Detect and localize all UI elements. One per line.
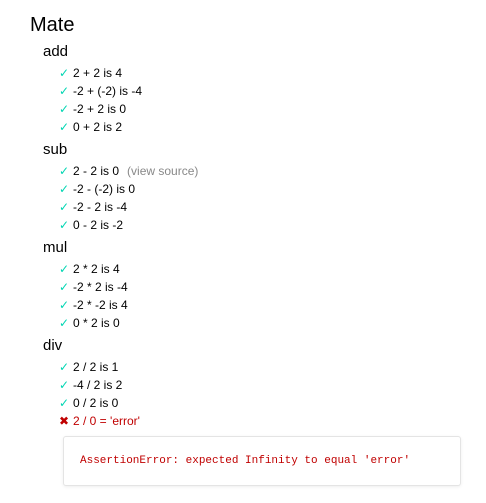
test-item[interactable]: ✓ -2 + (-2) is -4 [59,82,460,100]
test-report: Mate add ✓ 2 + 2 is 4 ✓ -2 + (-2) is -4 ✓ -… [30,12,461,486]
checkmark-icon: ✓ [59,298,70,312]
test-title: -2 + 2 is 0 [73,102,127,116]
group-title: div [43,337,63,354]
suite-title: Mate [30,14,75,36]
checkmark-icon: ✓ [59,84,70,98]
checkmark-icon: ✓ [59,200,70,214]
test-title: 2 - 2 is 0 [73,164,120,178]
test-title: -2 + (-2) is -4 [73,84,143,98]
test-item[interactable]: ✓ 2 - 2 is 0 (view source) [59,162,460,180]
test-item[interactable]: ✓ 0 - 2 is -2 [59,216,460,234]
suite-group-mul: mul ✓ 2 * 2 is 4 ✓ -2 * 2 is -4 ✓ -2 * -2 i… [43,238,460,332]
test-item-failed[interactable]: ✖ 2 / 0 = 'error' [59,412,460,430]
suite-group-sub: sub ✓ 2 - 2 is 0 (view source) ✓ -2 - (-2) … [43,140,460,234]
checkmark-icon: ✓ [59,378,70,392]
test-title: -2 * 2 is -4 [73,280,128,294]
checkmark-icon: ✓ [59,182,70,196]
test-title: 2 / 2 is 1 [73,360,119,374]
suite-group-add: add ✓ 2 + 2 is 4 ✓ -2 + (-2) is -4 ✓ -2 + 2… [43,42,460,136]
test-title: 2 * 2 is 4 [73,262,120,276]
test-title: -2 - 2 is -4 [73,200,128,214]
test-title: 0 / 2 is 0 [73,396,119,410]
group-title: sub [43,141,68,158]
checkmark-icon: ✓ [59,102,70,116]
checkmark-icon: ✓ [59,164,70,178]
view-source-link[interactable]: (view source) [127,164,198,178]
test-item[interactable]: ✓ 0 + 2 is 2 [59,118,460,136]
suite-group-div: div ✓ 2 / 2 is 1 ✓ -4 / 2 is 2 ✓ 0 / 2 is 0… [43,336,461,486]
test-title: 0 - 2 is -2 [73,218,124,232]
checkmark-icon: ✓ [59,360,70,374]
test-item[interactable]: ✓ 0 * 2 is 0 [59,314,460,332]
checkmark-icon: ✓ [59,280,70,294]
test-item[interactable]: ✓ -4 / 2 is 2 [59,376,460,394]
error-message: AssertionError: expected Infinity to equ… [63,436,461,486]
test-title: 2 / 0 = 'error' [73,414,140,428]
checkmark-icon: ✓ [59,396,70,410]
test-title: -2 - (-2) is 0 [73,182,136,196]
test-item[interactable]: ✓ -2 + 2 is 0 [59,100,460,118]
checkmark-icon: ✓ [59,218,70,232]
test-item[interactable]: ✓ -2 - (-2) is 0 [59,180,460,198]
checkmark-icon: ✓ [59,120,70,134]
test-item[interactable]: ✓ 2 * 2 is 4 [59,260,460,278]
test-title: -2 * -2 is 4 [73,298,128,312]
test-item[interactable]: ✓ -2 * 2 is -4 [59,278,460,296]
test-title: -4 / 2 is 2 [73,378,123,392]
test-item[interactable]: ✓ 2 + 2 is 4 [59,64,460,82]
test-title: 0 + 2 is 2 [73,120,123,134]
test-item[interactable]: ✓ 2 / 2 is 1 [59,358,460,376]
checkmark-icon: ✓ [59,66,70,80]
test-title: 2 + 2 is 4 [73,66,123,80]
cross-icon: ✖ [59,414,70,428]
test-item[interactable]: ✓ -2 * -2 is 4 [59,296,460,314]
test-item[interactable]: ✓ -2 - 2 is -4 [59,198,460,216]
checkmark-icon: ✓ [59,262,70,276]
checkmark-icon: ✓ [59,316,70,330]
test-item[interactable]: ✓ 0 / 2 is 0 [59,394,460,412]
group-title: mul [43,239,68,256]
test-title: 0 * 2 is 0 [73,316,120,330]
group-title: add [43,43,69,60]
